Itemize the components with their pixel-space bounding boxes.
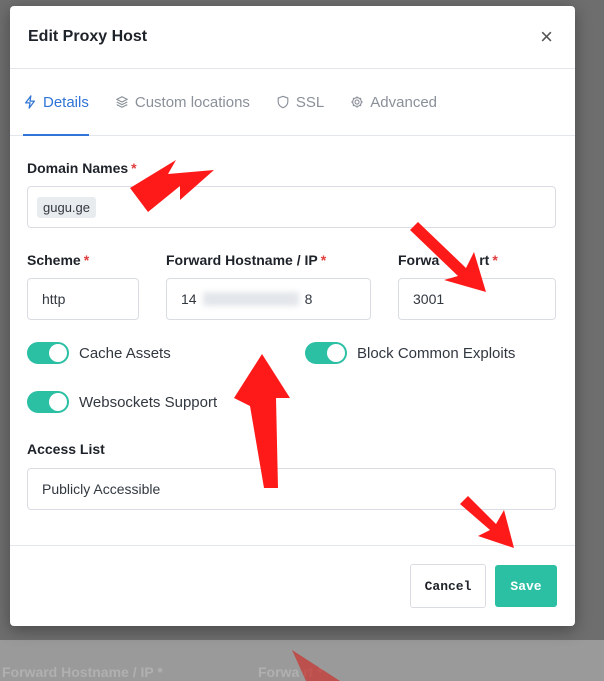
tab-details-label: Details	[43, 93, 89, 111]
cache-assets-label: Cache Assets	[79, 344, 171, 362]
required-mark: *	[83, 252, 90, 268]
block-exploits-toggle[interactable]	[305, 342, 347, 364]
close-icon[interactable]: ×	[540, 26, 553, 48]
tab-advanced-label: Advanced	[370, 93, 437, 111]
save-button[interactable]: Save	[495, 565, 557, 607]
cancel-button[interactable]: Cancel	[410, 564, 486, 608]
scheme-input[interactable]: http	[27, 278, 139, 320]
scheme-label: Scheme *	[27, 252, 89, 268]
domain-chip[interactable]: gugu.ge	[37, 196, 96, 218]
block-exploits-label: Block Common Exploits	[357, 344, 516, 362]
modal-title: Edit Proxy Host	[28, 28, 148, 45]
tab-custom-locations[interactable]: Custom locations	[115, 69, 250, 135]
background-port-label: Forwa rt *	[258, 664, 323, 680]
forward-port-label: Forwa rt *	[398, 252, 498, 268]
cache-assets-toggle[interactable]	[27, 342, 69, 364]
domain-names-label-text: Domain Names	[27, 160, 129, 176]
tab-details[interactable]: Details	[23, 69, 89, 136]
bolt-icon	[25, 95, 35, 109]
required-mark: *	[320, 252, 327, 268]
shield-icon	[277, 95, 289, 109]
redacted-blur	[202, 292, 299, 306]
forward-hostname-label: Forward Hostname / IP *	[166, 252, 326, 268]
block-exploits-row: Block Common Exploits	[305, 342, 515, 364]
access-list-select[interactable]: Publicly Accessible	[27, 468, 556, 510]
required-mark: *	[131, 160, 137, 176]
hostname-prefix: 14	[181, 291, 197, 307]
forward-port-label-end: rt	[479, 252, 490, 268]
websockets-row: Websockets Support	[27, 391, 217, 413]
scheme-label-text: Scheme	[27, 252, 81, 268]
modal-footer: Cancel Save	[10, 545, 575, 626]
access-list-label: Access List	[27, 441, 105, 457]
modal-header: Edit Proxy Host ×	[10, 6, 575, 69]
forward-port-label-start: Forwa	[398, 252, 440, 268]
tab-bar: Details Custom locations SSL Advanced	[10, 69, 575, 136]
domain-names-input[interactable]: gugu.ge	[27, 186, 556, 228]
required-mark: *	[492, 252, 498, 268]
hostname-suffix: 8	[304, 291, 313, 307]
tab-ssl-label: SSL	[295, 93, 325, 111]
tab-advanced[interactable]: Advanced	[350, 69, 437, 135]
websockets-toggle[interactable]	[27, 391, 69, 413]
form-body: Domain Names * gugu.ge Scheme * http Forwa…	[10, 136, 575, 510]
gear-icon	[351, 96, 363, 108]
layers-icon	[116, 96, 128, 108]
forward-hostname-input[interactable]: 14 8	[166, 278, 371, 320]
tab-ssl[interactable]: SSL	[276, 69, 324, 135]
cache-assets-row: Cache Assets	[27, 342, 171, 364]
domain-names-label: Domain Names *	[27, 160, 137, 176]
forward-hostname-label-text: Forward Hostname / IP	[166, 252, 318, 268]
forward-port-input[interactable]: 3001	[398, 278, 556, 320]
tab-custom-locations-label: Custom locations	[134, 93, 250, 111]
websockets-label: Websockets Support	[79, 393, 218, 411]
background-hostname-label: Forward Hostname / IP *	[2, 664, 163, 680]
edit-proxy-host-modal: Edit Proxy Host × Details Custom locatio…	[10, 6, 575, 626]
